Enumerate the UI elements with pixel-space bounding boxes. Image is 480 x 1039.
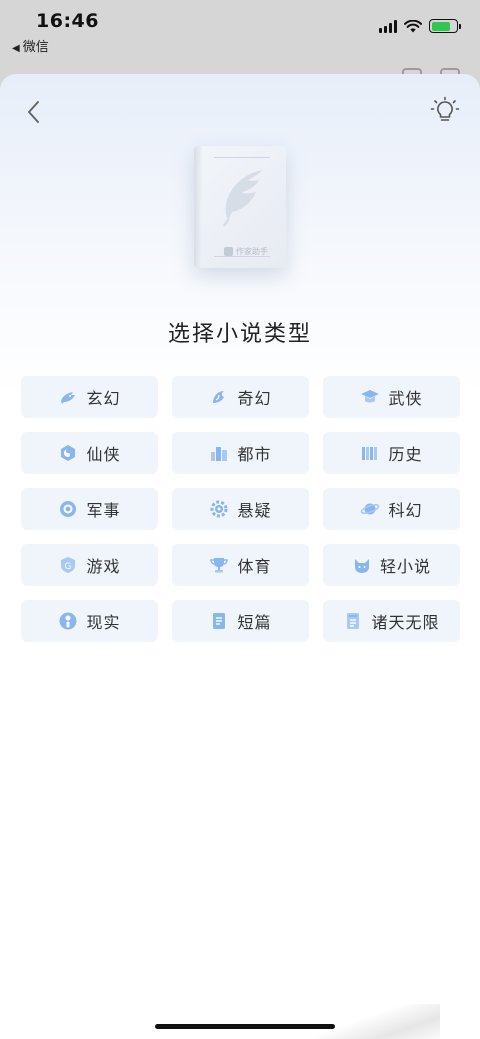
genre-xianxia[interactable]: 仙侠 <box>21 432 158 474</box>
planet-icon <box>361 503 380 515</box>
genre-picker-sheet: 作家助手 选择小说类型 玄幻 奇幻 武侠 仙侠 都市 历史 军事 悬疑 科幻 G… <box>0 74 480 1039</box>
genre-qihuan[interactable]: 奇幻 <box>172 376 309 418</box>
genre-label: 科幻 <box>388 501 423 520</box>
genre-junshi[interactable]: 军事 <box>21 488 158 530</box>
genre-label: 体育 <box>237 557 272 576</box>
genre-label: 现实 <box>86 613 121 632</box>
genre-label: 游戏 <box>86 557 121 576</box>
status-icons <box>379 19 461 33</box>
document-icon <box>213 613 226 629</box>
svg-text:G: G <box>65 562 72 572</box>
genre-duanpian[interactable]: 短篇 <box>172 600 309 642</box>
genre-label: 奇幻 <box>237 389 272 408</box>
genre-label: 玄幻 <box>86 389 121 408</box>
genre-dushi[interactable]: 都市 <box>172 432 309 474</box>
genre-grid: 玄幻 奇幻 武侠 仙侠 都市 历史 军事 悬疑 科幻 G 游戏 体育 轻小说 现… <box>21 376 460 642</box>
genre-xuanhuan[interactable]: 玄幻 <box>21 376 158 418</box>
military-badge-icon <box>60 501 77 517</box>
genre-lishi[interactable]: 历史 <box>323 432 460 474</box>
genre-tiyu[interactable]: 体育 <box>172 544 309 586</box>
scholar-hat-icon <box>361 390 380 403</box>
home-indicator-glow <box>300 1004 440 1039</box>
gear-eye-icon <box>210 500 228 518</box>
trophy-icon <box>210 558 229 573</box>
genre-xianshi[interactable]: 现实 <box>21 600 158 642</box>
back-to-app-link[interactable]: ◀ 微信 <box>12 36 49 55</box>
bamboo-scroll-icon <box>362 447 378 460</box>
dragon-icon <box>61 392 76 404</box>
sheet-title: 选择小说类型 <box>167 322 312 347</box>
genre-label: 军事 <box>86 501 121 520</box>
status-bar: 16:46 ◀ 微信 <box>0 0 480 60</box>
game-shield-icon: G <box>61 557 76 573</box>
genre-label: 武侠 <box>388 389 423 408</box>
book-spine <box>194 146 202 268</box>
phoenix-icon <box>213 391 225 403</box>
genre-label: 仙侠 <box>86 445 121 464</box>
genre-label: 都市 <box>237 445 272 464</box>
genre-wuxia[interactable]: 武侠 <box>323 376 460 418</box>
back-triangle-icon: ◀ <box>12 43 20 54</box>
genre-label: 轻小说 <box>379 557 431 576</box>
book-decor-line <box>214 157 270 158</box>
genre-label: 诸天无限 <box>371 613 440 632</box>
genre-qingxiaoshuo[interactable]: 轻小说 <box>323 544 460 586</box>
genre-xuanyi[interactable]: 悬疑 <box>172 488 309 530</box>
battery-level <box>431 21 451 31</box>
battery-icon <box>429 19 461 33</box>
back-app-label: 微信 <box>22 40 49 55</box>
book-decor-line <box>214 256 270 257</box>
genre-label: 历史 <box>388 445 423 464</box>
genre-youxi[interactable]: G 游戏 <box>21 544 158 586</box>
status-time: 16:46 <box>36 10 99 32</box>
brand-mark-icon <box>224 247 233 256</box>
feather-quill-icon <box>222 170 262 226</box>
city-icon <box>211 447 228 461</box>
genre-label: 短篇 <box>237 613 272 632</box>
lightbulb-icon[interactable] <box>430 96 460 126</box>
genre-label: 悬疑 <box>237 501 272 520</box>
cat-icon <box>354 559 369 573</box>
book-cover-placeholder: 作家助手 <box>194 146 286 268</box>
person-icon <box>59 612 77 630</box>
wifi-icon <box>404 19 422 32</box>
genre-zhutianwuxian[interactable]: 诸天无限 <box>323 600 460 642</box>
cellular-signal-icon <box>379 19 397 33</box>
genre-kehuan[interactable]: 科幻 <box>323 488 460 530</box>
home-indicator[interactable] <box>155 1024 335 1029</box>
yin-yang-icon <box>61 445 76 461</box>
document-lines-icon <box>347 613 360 629</box>
back-chevron-icon[interactable] <box>22 98 46 126</box>
